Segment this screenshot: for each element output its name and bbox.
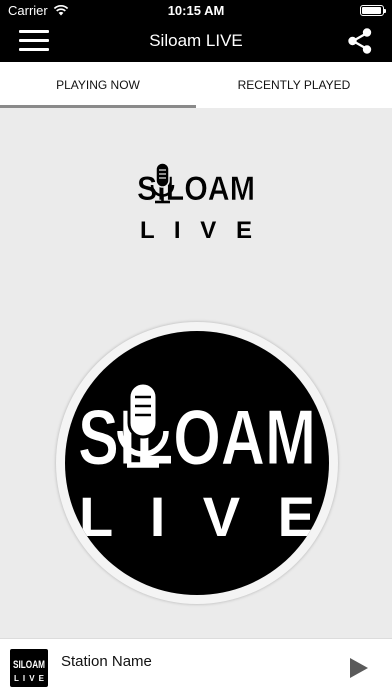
hamburger-icon-line — [19, 30, 49, 33]
share-icon[interactable] — [346, 27, 374, 55]
battery-level — [362, 6, 381, 14]
tab-recently-played[interactable]: RECENTLY PLAYED — [196, 62, 392, 108]
nav-bar: Siloam LIVE — [0, 20, 392, 62]
album-art-logo: SILOAM L I V E — [78, 381, 317, 548]
status-left: Carrier — [8, 3, 69, 18]
album-art-frame: SILOAM L I V E — [56, 322, 338, 604]
station-logo: SILOAM L I V E — [13, 659, 45, 683]
siloam-live-logo: SILOAM L I V E — [137, 162, 255, 244]
status-bar: Carrier 10:15 AM — [0, 0, 392, 20]
tab-label: RECENTLY PLAYED — [237, 78, 351, 92]
tab-playing-now[interactable]: PLAYING NOW — [0, 62, 196, 108]
station-name: Station Name — [61, 653, 152, 670]
page-title: Siloam LIVE — [149, 31, 243, 50]
album-logo-line2: L I V E — [79, 485, 315, 548]
mini-player[interactable]: SILOAM L I V E Station Name — [0, 638, 392, 696]
logo-line1: SILOAM — [137, 170, 255, 208]
station-thumbnail: SILOAM L I V E — [10, 649, 48, 687]
carrier-label: Carrier — [8, 2, 48, 18]
play-icon[interactable] — [348, 656, 370, 680]
hamburger-icon-line — [19, 39, 49, 42]
battery-icon — [360, 4, 386, 16]
wifi-icon — [53, 4, 68, 16]
logo-line2: L I V E — [140, 217, 252, 244]
album-art: SILOAM L I V E — [65, 331, 329, 595]
thumb-logo-line2: L I V E — [14, 674, 45, 683]
album-logo-line1: SILOAM — [78, 393, 316, 481]
menu-button[interactable] — [19, 30, 49, 52]
tab-bar: PLAYING NOW RECENTLY PLAYED — [0, 62, 392, 108]
hamburger-icon-line — [19, 48, 49, 51]
tab-label: PLAYING NOW — [56, 78, 140, 92]
thumb-logo-line1: SILOAM — [13, 659, 45, 671]
